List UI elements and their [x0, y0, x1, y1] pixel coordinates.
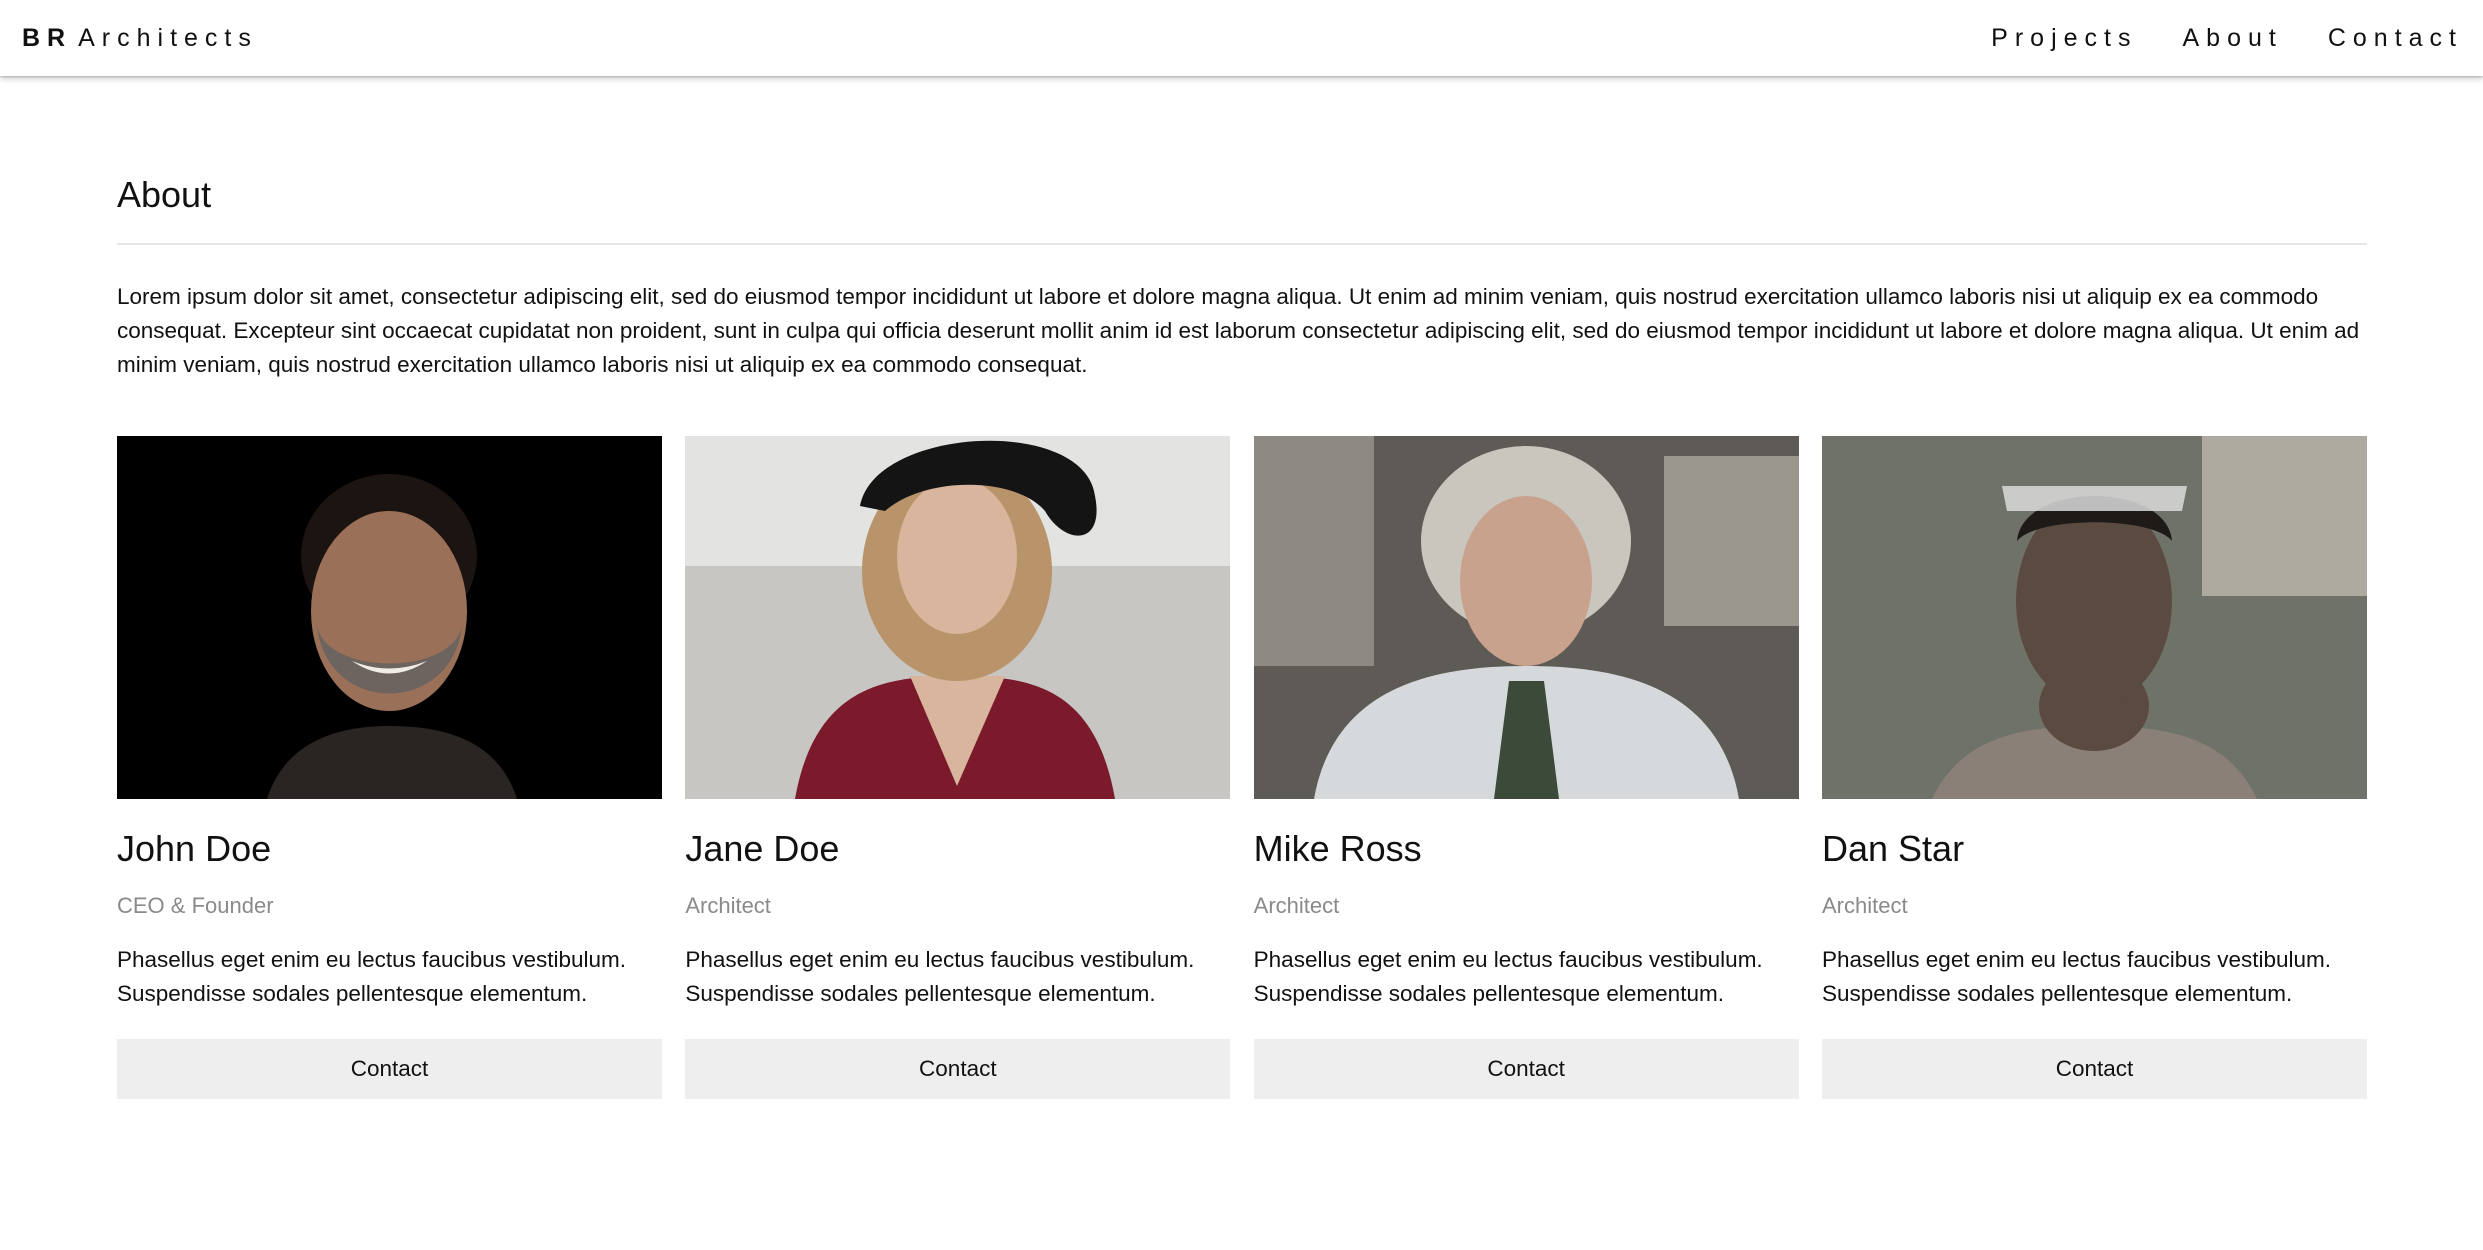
team-member-photo: [117, 436, 662, 799]
contact-button[interactable]: Contact: [1821, 1039, 2367, 1099]
member-role: Architect: [1821, 893, 1908, 918]
bio-line: Phasellus eget enim eu lectus faucibus v…: [1253, 947, 1763, 972]
team-grid: John Doe CEO & Founder Phasellus eget en…: [117, 436, 2367, 1099]
member-name: John Doe: [117, 828, 272, 869]
nav-link-about[interactable]: About: [2182, 24, 2282, 53]
team-card: Jane Doe Architect Phasellus eget enim e…: [685, 436, 1231, 1099]
team-member-photo: [1253, 436, 1799, 799]
bio-line: Suspendisse sodales pellentesque element…: [1253, 981, 1724, 1006]
top-navigation-bar: BR Architects Projects About Contact: [0, 0, 2483, 76]
contact-button[interactable]: Contact: [1253, 1039, 1799, 1099]
photo-face: [1459, 496, 1592, 666]
photo-window: [1663, 456, 1799, 626]
bio-line: Phasellus eget enim eu lectus faucibus v…: [685, 947, 1195, 972]
brand-logo[interactable]: BR Architects: [22, 24, 258, 53]
portrait-image: [117, 436, 662, 799]
nav-link-projects[interactable]: Projects: [1991, 24, 2137, 53]
member-name: Dan Star: [1821, 828, 1965, 869]
team-card: Mike Ross Architect Phasellus eget enim …: [1253, 436, 1799, 1099]
bio-line: Suspendisse sodales pellentesque element…: [1821, 981, 2293, 1006]
photo-face: [897, 478, 1018, 634]
intro-paragraph: Lorem ipsum dolor sit amet, consectetur …: [117, 284, 2360, 377]
member-name: Mike Ross: [1253, 828, 1422, 869]
bio-line: Phasellus eget enim eu lectus faucibus v…: [117, 947, 627, 972]
photo-sunglasses: [2001, 486, 2187, 511]
bio-line: Suspendisse sodales pellentesque element…: [685, 981, 1156, 1006]
member-bio: Phasellus eget enim eu lectus faucibus v…: [685, 943, 1230, 1011]
member-bio: Phasellus eget enim eu lectus faucibus v…: [117, 943, 662, 1011]
brand-text: Architects: [78, 23, 258, 52]
nav-link-contact[interactable]: Contact: [2328, 24, 2463, 53]
team-member-photo: [1821, 436, 2367, 799]
team-member-photo: [685, 436, 1231, 799]
main-nav: Projects About Contact: [1946, 24, 2463, 53]
portrait-image: [1821, 436, 2367, 799]
member-bio: Phasellus eget enim eu lectus faucibus v…: [1254, 943, 1799, 1011]
bio-line: Phasellus eget enim eu lectus faucibus v…: [1821, 947, 2332, 972]
member-role: CEO & Founder: [117, 893, 274, 918]
portrait-image: [1253, 436, 1799, 799]
team-card: Dan Star Architect Phasellus eget enim e…: [1821, 436, 2367, 1099]
member-role: Architect: [685, 893, 771, 918]
bio-line: Suspendisse sodales pellentesque element…: [117, 981, 588, 1006]
photo-sky-glow: [2201, 436, 2367, 596]
photo-window: [1253, 436, 1374, 666]
contact-button[interactable]: Contact: [117, 1039, 662, 1099]
brand-bold-text: BR: [22, 23, 73, 52]
member-bio: Phasellus eget enim eu lectus faucibus v…: [1822, 943, 2367, 1011]
contact-button[interactable]: Contact: [685, 1039, 1231, 1099]
member-name: Jane Doe: [685, 828, 840, 869]
member-role: Architect: [1253, 893, 1340, 918]
title-divider: [117, 243, 2367, 245]
page-title: About: [117, 174, 212, 215]
team-card: John Doe CEO & Founder Phasellus eget en…: [117, 436, 662, 1099]
portrait-image: [685, 436, 1231, 799]
